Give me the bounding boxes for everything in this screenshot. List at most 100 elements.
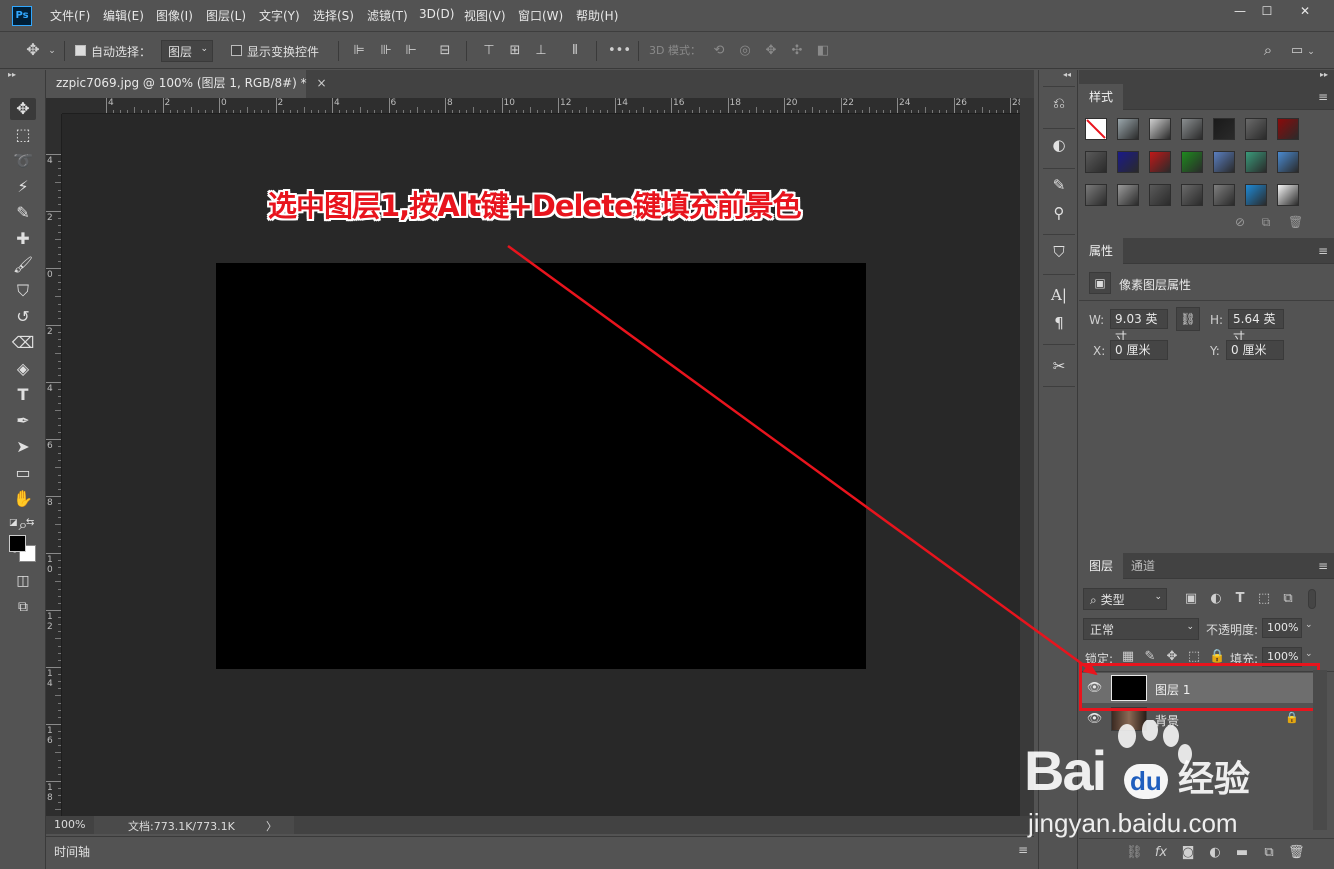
path-selection-tool-icon[interactable]: ➤ <box>10 436 36 458</box>
move-tool-icon[interactable]: ✥ <box>10 98 36 120</box>
chevron-down-icon[interactable]: ⌄ <box>1305 620 1313 630</box>
workspace-icon[interactable]: ▭ <box>1289 43 1305 59</box>
align-right-icon[interactable]: ⊩ <box>403 43 419 59</box>
x-field[interactable]: 0 厘米 <box>1110 340 1168 360</box>
panel-menu-icon[interactable]: ≡ <box>1318 559 1328 573</box>
align-horizontal-center-icon[interactable]: ⊪ <box>378 43 394 59</box>
style-swatch[interactable] <box>1277 184 1299 206</box>
style-swatch[interactable] <box>1117 184 1139 206</box>
minimize-button[interactable]: — <box>1225 2 1255 20</box>
swap-colors-icon[interactable]: ⇆ <box>26 517 34 528</box>
expand-panels-icon[interactable]: ▸▸ <box>1320 70 1328 79</box>
zoom-level[interactable]: 100% <box>54 818 85 831</box>
menu-edit[interactable]: 编辑(E) <box>103 7 144 24</box>
menu-3d[interactable]: 3D(D) <box>419 7 454 21</box>
pen-tool-icon[interactable]: ✒ <box>10 410 36 432</box>
move-tool-icon[interactable]: ✥ <box>24 42 42 58</box>
menu-help[interactable]: 帮助(H) <box>576 7 618 24</box>
chevron-down-icon[interactable]: ⌄ <box>1306 44 1316 60</box>
panel-menu-icon[interactable]: ≡ <box>1318 244 1328 258</box>
link-dimensions-icon[interactable]: ⛓ <box>1176 307 1200 331</box>
style-swatch[interactable] <box>1277 151 1299 173</box>
brush-tool-icon[interactable]: 🖌 <box>10 254 36 276</box>
style-swatch[interactable] <box>1245 151 1267 173</box>
menu-select[interactable]: 选择(S) <box>313 7 354 24</box>
history-brush-tool-icon[interactable]: ↺ <box>10 306 36 328</box>
filter-smart-object-icon[interactable]: ⧉ <box>1280 591 1296 607</box>
style-swatch[interactable] <box>1149 151 1171 173</box>
style-swatch[interactable] <box>1245 184 1267 206</box>
document-canvas[interactable] <box>216 263 866 669</box>
close-window-button[interactable]: ✕ <box>1290 2 1320 20</box>
screen-mode-icon[interactable]: ⧉ <box>10 596 36 618</box>
style-swatch[interactable] <box>1181 184 1203 206</box>
auto-select-target-dropdown[interactable]: 图层 ⌄ <box>161 40 213 62</box>
foreground-color-swatch[interactable] <box>9 535 26 552</box>
filter-pixel-icon[interactable]: ▣ <box>1183 591 1199 607</box>
history-panel-icon[interactable]: ⎌ <box>1047 92 1071 114</box>
paint-bucket-tool-icon[interactable]: ◈ <box>10 358 36 380</box>
document-tab[interactable]: zzpic7069.jpg @ 100% (图层 1, RGB/8#) * × <box>46 70 327 98</box>
vertical-ruler[interactable]: 4 2 0 2 4 6 8 1 0 1 2 1 4 1 6 1 8 <box>46 114 62 816</box>
tab-layers[interactable]: 图层 <box>1079 553 1124 579</box>
width-field[interactable]: 9.03 英寸 <box>1110 309 1168 344</box>
chevron-down-icon[interactable]: ⌄ <box>1305 649 1313 659</box>
style-swatch[interactable] <box>1117 118 1139 140</box>
tab-properties[interactable]: 属性 <box>1079 238 1124 264</box>
menu-type[interactable]: 文字(Y) <box>259 7 300 24</box>
style-swatch[interactable] <box>1149 184 1171 206</box>
delete-style-icon[interactable]: 🗑 <box>1288 214 1303 230</box>
style-swatch[interactable] <box>1181 151 1203 173</box>
hand-tool-icon[interactable]: ✋ <box>10 488 36 510</box>
timeline-tab[interactable]: 时间轴 <box>54 843 90 860</box>
type-tool-icon[interactable]: T <box>10 384 36 406</box>
show-transform-checkbox[interactable] <box>231 45 242 56</box>
rectangle-tool-icon[interactable]: ▭ <box>10 462 36 484</box>
tab-styles[interactable]: 样式 <box>1079 84 1124 110</box>
style-swatch[interactable] <box>1085 151 1107 173</box>
collapse-dock-icon[interactable]: ◂◂ <box>1063 70 1071 79</box>
magic-wand-tool-icon[interactable]: ⚡ <box>10 176 36 198</box>
brush-settings-panel-icon[interactable]: ✎ <box>1047 174 1071 196</box>
3d-roll-icon[interactable]: ◎ <box>737 43 753 59</box>
rectangular-marquee-tool-icon[interactable]: ⬚ <box>10 124 36 146</box>
distribute-icon[interactable]: ⊟ <box>437 43 453 59</box>
restore-button[interactable]: ☐ <box>1252 2 1282 20</box>
tool-presets-panel-icon[interactable]: ✂ <box>1047 355 1071 377</box>
tool-preset-chevron-icon[interactable]: ⌄ <box>46 43 58 59</box>
lasso-tool-icon[interactable]: ➰ <box>10 150 36 172</box>
style-swatch-none[interactable] <box>1085 118 1107 140</box>
default-colors-icon[interactable]: ◪ <box>9 518 19 528</box>
tab-channels[interactable]: 通道 <box>1121 553 1165 579</box>
healing-brush-tool-icon[interactable]: ✚ <box>10 228 36 250</box>
close-tab-icon[interactable]: × <box>317 76 327 90</box>
ruler-origin[interactable] <box>46 98 62 114</box>
height-field[interactable]: 5.64 英寸 <box>1228 309 1284 344</box>
adjustments-panel-icon[interactable]: ◐ <box>1047 134 1071 156</box>
more-options-icon[interactable]: ••• <box>608 43 631 59</box>
eyedropper-tool-icon[interactable]: ✎ <box>10 202 36 224</box>
eraser-tool-icon[interactable]: ⌫ <box>10 332 36 354</box>
distribute-vertical-icon[interactable]: ⫴ <box>567 43 583 59</box>
style-swatch[interactable] <box>1117 151 1139 173</box>
align-top-icon[interactable]: ⊤ <box>481 43 497 59</box>
style-swatch[interactable] <box>1213 184 1235 206</box>
quick-mask-icon[interactable]: ◫ <box>10 570 36 592</box>
style-swatch[interactable] <box>1181 118 1203 140</box>
collapse-panel-icon[interactable]: ▸▸ <box>8 70 16 79</box>
style-swatch[interactable] <box>1149 118 1171 140</box>
menu-layer[interactable]: 图层(L) <box>206 7 246 24</box>
style-swatch[interactable] <box>1085 184 1107 206</box>
3d-scale-icon[interactable]: ◧ <box>815 43 831 59</box>
filter-adjustment-icon[interactable]: ◐ <box>1208 591 1224 607</box>
menu-image[interactable]: 图像(I) <box>156 7 193 24</box>
horizontal-ruler[interactable]: 420246810121416182022242628 <box>62 98 1020 114</box>
paragraph-panel-icon[interactable]: ¶ <box>1047 312 1071 334</box>
clone-source-panel-icon[interactable]: ⛉ <box>1047 241 1071 263</box>
filter-shape-icon[interactable]: ⬚ <box>1256 591 1272 607</box>
brushes-panel-icon[interactable]: ⚲ <box>1047 202 1071 224</box>
clone-stamp-tool-icon[interactable]: ⛉ <box>10 280 36 302</box>
filter-type-icon[interactable]: T <box>1232 591 1248 607</box>
panel-menu-icon[interactable]: ≡ <box>1318 90 1328 104</box>
3d-slide-icon[interactable]: ✣ <box>789 43 805 59</box>
